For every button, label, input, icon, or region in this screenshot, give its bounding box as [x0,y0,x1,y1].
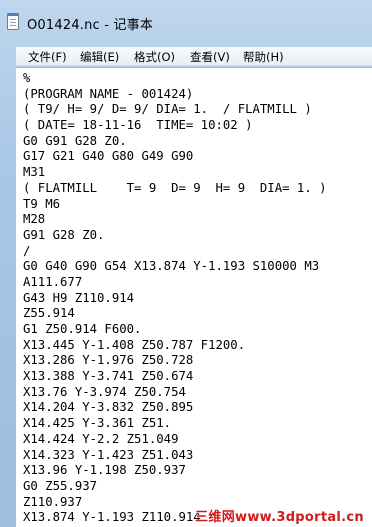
editor-line: X13.96 Y-1.198 Z50.937 [23,463,186,478]
editor-line: % [23,71,31,85]
editor-line: X14.204 Y-3.832 Z50.895 [23,400,194,415]
editor-line: X13.388 Y-3.741 Z50.674 [23,369,194,384]
editor-line: X13.445 Y-1.408 Z50.787 F1200. [23,337,246,352]
editor-line: T9 M6 [23,196,61,211]
editor-line: ( DATE= 18-11-16 TIME= 10:02 ) [23,118,253,133]
notepad-icon [7,13,19,30]
menu-bar: 文件(F) 编辑(E) 格式(O) 查看(V) 帮助(H) [16,47,372,66]
editor-line: X13.286 Y-1.976 Z50.728 [23,353,194,368]
editor-line: G1 Z50.914 F600. [23,322,142,336]
text-editor[interactable]: % (PROGRAM NAME - 001424)( T9/ H= 9/ D= 9… [16,67,372,527]
editor-line: Z55.914 [23,306,75,321]
editor-line: M31 [23,165,46,180]
editor-line: G91 G28 Z0. [23,227,105,242]
editor-text: % (PROGRAM NAME - 001424)( T9/ H= 9/ D= 9… [23,71,327,526]
editor-line: ( FLATMILL T= 9 D= 9 H= 9 DIA= 1. ) [23,180,327,195]
editor-line: X14.424 Y-2.2 Z51.049 [23,431,179,446]
menu-help[interactable]: 帮助(H) [243,49,284,65]
notepad-window: O01424.nc - 记事本 文件(F) 编辑(E) 格式(O) 查看(V) … [0,0,372,527]
editor-line: X14.425 Y-3.361 Z51. [23,416,172,431]
menu-view[interactable]: 查看(V) [190,49,230,65]
editor-line: ( T9/ H= 9/ D= 9/ DIA= 1. / FLATMILL ) [23,102,312,117]
editor-line: A111.677 [23,274,83,289]
editor-line: G43 H9 Z110.914 [23,290,135,305]
window-title: O01424.nc - 记事本 [27,18,154,33]
menu-format[interactable]: 格式(O) [134,49,175,65]
editor-line: (PROGRAM NAME - 001424) [23,86,194,101]
editor-line: / [23,243,31,258]
editor-line: G0 G91 G28 Z0. [23,133,127,148]
title-bar[interactable]: O01424.nc - 记事本 [0,0,372,42]
editor-line: G0 Z55.937 [23,478,98,493]
editor-line: X14.323 Y-1.423 Z51.043 [23,447,194,462]
editor-line: G0 G40 G90 G54 X13.874 Y-1.193 S10000 M3 [23,259,320,274]
menu-edit[interactable]: 编辑(E) [80,49,119,65]
menu-file[interactable]: 文件(F) [28,49,67,65]
watermark-text: 三维网www.3dportal.cn [195,510,364,525]
editor-line: G17 G21 G40 G80 G49 G90 [23,149,194,164]
editor-line: M28 [23,212,46,227]
editor-line: X13.76 Y-3.974 Z50.754 [23,384,186,399]
